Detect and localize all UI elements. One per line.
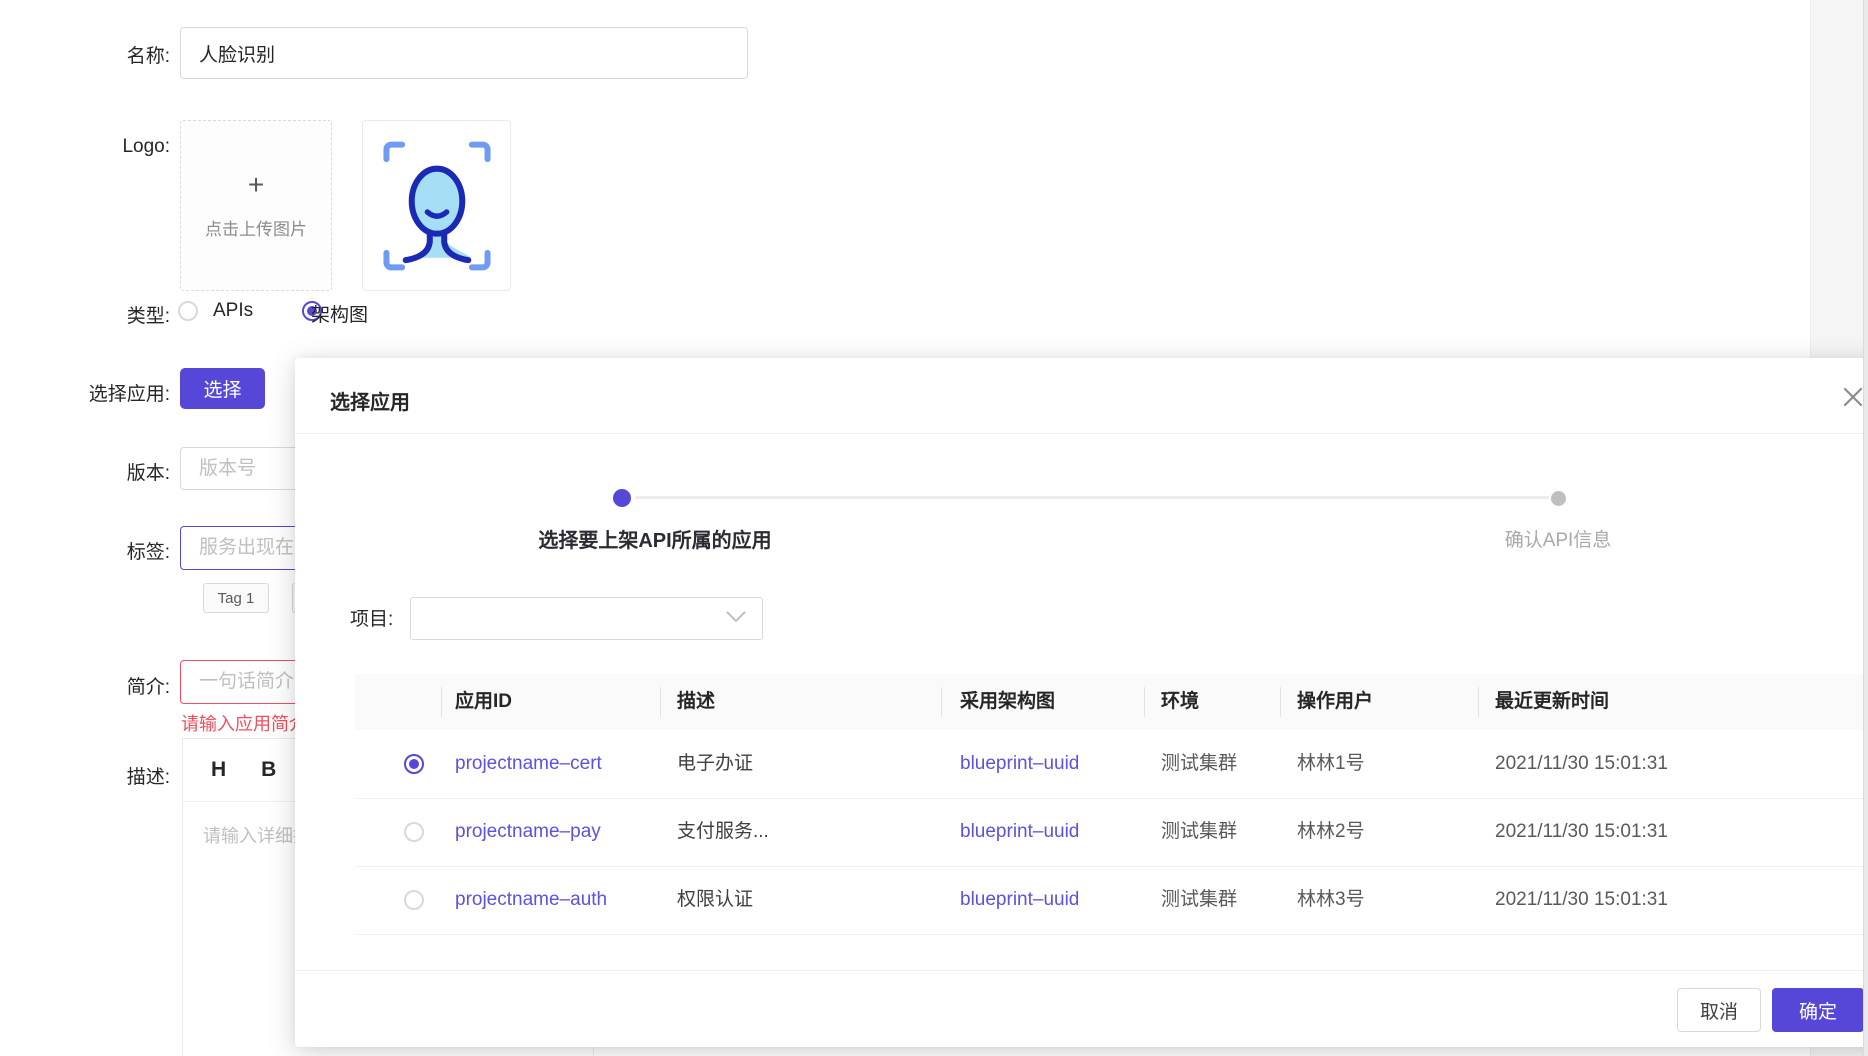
cancel-button[interactable]: 取消 [1677, 988, 1761, 1032]
cell-updated: 2021/11/30 15:01:31 [1495, 730, 1668, 798]
bold-tool-icon[interactable]: B [261, 758, 276, 782]
cell-desc: 支付服务... [677, 798, 769, 866]
cell-desc: 电子办证 [677, 730, 753, 798]
desc-label: 描述: [20, 762, 170, 789]
project-select[interactable] [410, 597, 763, 640]
intro-label: 简介: [20, 672, 170, 699]
radio-apis-label[interactable]: APIs [213, 300, 253, 322]
tag-item[interactable]: Tag 1 [203, 583, 269, 613]
stepper-line [635, 496, 1549, 499]
table-row[interactable]: projectname–pay 支付服务... blueprint–uuid 测… [355, 798, 1868, 867]
cell-app-id[interactable]: projectname–pay [455, 798, 601, 866]
plus-icon: + [248, 171, 264, 199]
cell-updated: 2021/11/30 15:01:31 [1495, 798, 1668, 866]
header-separator [941, 687, 942, 717]
col-app-id: 应用ID [455, 674, 512, 730]
confirm-button[interactable]: 确定 [1772, 988, 1864, 1032]
upload-hint: 点击上传图片 [205, 215, 307, 240]
project-label: 项目: [350, 604, 393, 631]
table-row[interactable]: projectname–cert 电子办证 blueprint–uuid 测试集… [355, 730, 1868, 799]
modal-footer-divider [295, 970, 1868, 971]
cell-env: 测试集群 [1161, 866, 1237, 934]
step1-label: 选择要上架API所属的应用 [538, 524, 771, 553]
logo-label: Logo: [20, 136, 170, 158]
radio-apis[interactable] [178, 301, 198, 321]
cell-app-id[interactable]: projectname–cert [455, 730, 602, 798]
tags-label: 标签: [20, 537, 170, 564]
modal-header-divider [295, 433, 1868, 434]
cell-operator: 林林2号 [1297, 798, 1365, 866]
col-operator: 操作用户 [1297, 674, 1373, 730]
cell-blueprint[interactable]: blueprint–uuid [960, 730, 1079, 798]
type-label: 类型: [20, 301, 170, 328]
col-blueprint: 采用架构图 [960, 674, 1055, 730]
cell-operator: 林林1号 [1297, 730, 1365, 798]
name-label: 名称: [20, 41, 170, 68]
col-env: 环境 [1161, 674, 1199, 730]
table-header: 应用ID 描述 采用架构图 环境 操作用户 最近更新时间 [355, 674, 1868, 730]
select-app-button[interactable]: 选择 [180, 368, 265, 409]
header-separator [1280, 687, 1281, 717]
chevron-down-icon[interactable] [725, 610, 747, 629]
header-separator [1478, 687, 1479, 717]
header-separator [441, 687, 442, 717]
logo-upload-box[interactable]: + 点击上传图片 [180, 120, 332, 291]
cell-operator: 林林3号 [1297, 866, 1365, 934]
col-desc: 描述 [677, 674, 715, 730]
page-scrollbar[interactable] [1863, 0, 1868, 1056]
modal-title: 选择应用 [330, 386, 410, 415]
header-separator [1144, 687, 1145, 717]
row-radio[interactable] [404, 890, 424, 910]
step2-label: 确认API信息 [1505, 525, 1612, 552]
face-scan-icon [376, 135, 498, 277]
heading-tool-icon[interactable]: H [211, 758, 226, 782]
cell-blueprint[interactable]: blueprint–uuid [960, 866, 1079, 934]
cell-desc: 权限认证 [677, 866, 753, 934]
select-app-modal: 选择应用 选择要上架API所属的应用 确认API信息 项目: 应用ID 描述 采… [295, 358, 1868, 1047]
table-row[interactable]: projectname–auth 权限认证 blueprint–uuid 测试集… [355, 866, 1868, 935]
row-radio[interactable] [404, 822, 424, 842]
step1-dot [613, 489, 631, 507]
cell-blueprint[interactable]: blueprint–uuid [960, 798, 1079, 866]
col-updated: 最近更新时间 [1495, 674, 1609, 730]
cell-updated: 2021/11/30 15:01:31 [1495, 866, 1668, 934]
step2-dot [1551, 491, 1566, 506]
cell-env: 测试集群 [1161, 730, 1237, 798]
radio-blueprint-label[interactable]: 架构图 [311, 300, 368, 327]
name-input[interactable] [180, 27, 748, 79]
cell-app-id[interactable]: projectname–auth [455, 866, 607, 934]
intro-error-text: 请输入应用简介 [181, 710, 307, 736]
version-label: 版本: [20, 458, 170, 485]
row-radio-checked[interactable] [404, 754, 424, 774]
cell-env: 测试集群 [1161, 798, 1237, 866]
logo-preview[interactable] [362, 120, 511, 291]
header-separator [660, 687, 661, 717]
app-page: 名称: Logo: + 点击上传图片 类型: APIs 架构图 选择应用: 选择… [0, 0, 1868, 1056]
select-app-label: 选择应用: [20, 379, 170, 406]
